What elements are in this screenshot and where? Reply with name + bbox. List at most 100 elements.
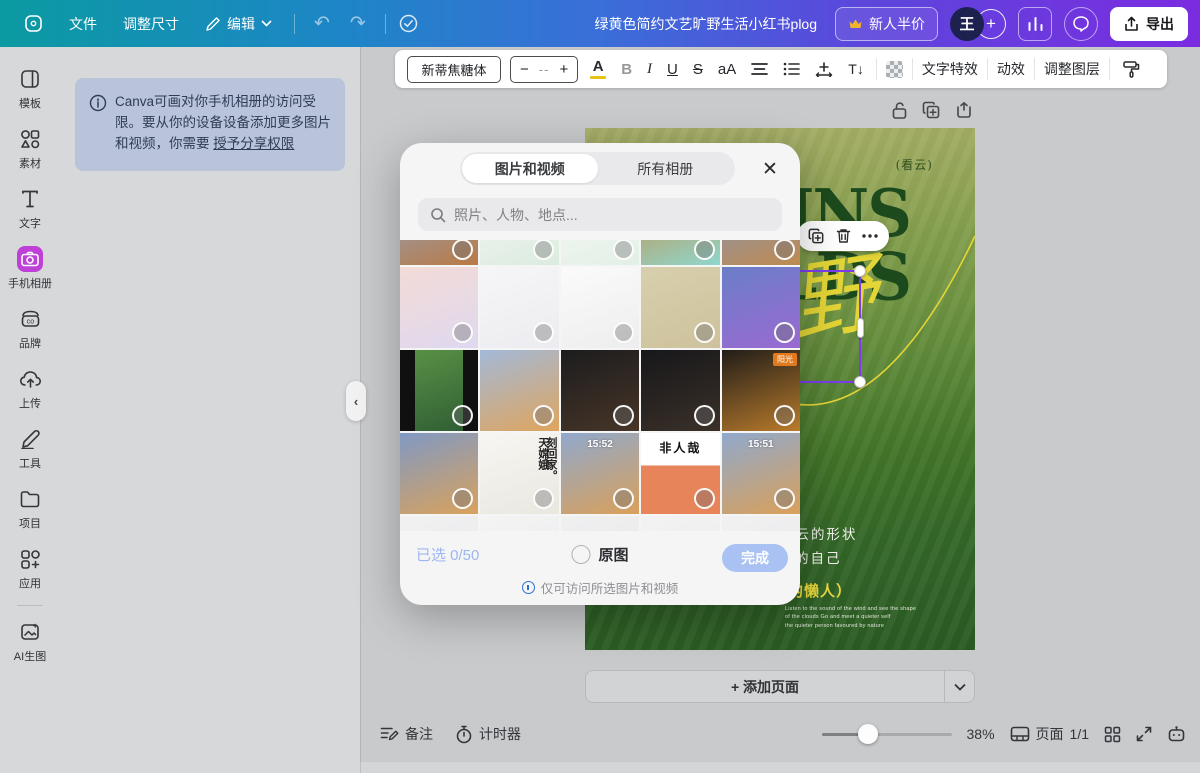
screenshot[interactable] (722, 516, 800, 531)
screenshot[interactable] (641, 516, 719, 531)
more-options-button[interactable] (862, 234, 878, 238)
search-input[interactable] (454, 207, 770, 223)
screenshot[interactable] (561, 516, 639, 531)
settings-screenshot[interactable] (480, 267, 558, 348)
rabbit-comic[interactable]: 天嫦娥刻回家。 (480, 433, 558, 514)
sidebar-item-uploads[interactable]: 上传 (2, 359, 58, 419)
resize-handle-side[interactable] (857, 318, 864, 338)
close-modal-button[interactable]: ✕ (756, 155, 784, 183)
duplicate-page-button[interactable] (922, 101, 940, 120)
list-button[interactable] (780, 60, 803, 78)
select-photo-circle[interactable] (774, 322, 795, 343)
select-photo-circle[interactable] (613, 240, 634, 260)
alignment-button[interactable] (748, 60, 771, 78)
zoom-slider-knob[interactable] (858, 724, 878, 744)
menu-file[interactable]: 文件 (59, 8, 107, 40)
game-screenshot[interactable] (641, 240, 719, 265)
done-button[interactable]: 完成 (722, 544, 788, 572)
scroll-strip[interactable] (360, 762, 1200, 773)
menu-edit[interactable]: 编辑 (195, 8, 282, 40)
select-photo-circle[interactable] (533, 405, 554, 426)
select-photo-circle[interactable] (533, 488, 554, 509)
add-page-button[interactable]: + 添加页面 (585, 670, 975, 703)
desktop-screenshot[interactable]: 15:51 (722, 433, 800, 514)
strikethrough-button[interactable]: S (690, 60, 706, 79)
text-effects-button[interactable]: 文字特效 (922, 59, 978, 79)
search-bar[interactable] (418, 198, 782, 231)
select-photo-circle[interactable] (452, 240, 473, 260)
text-case-button[interactable]: aA (715, 60, 739, 79)
italic-button[interactable]: I (644, 60, 655, 79)
desktop-screenshot[interactable] (400, 433, 478, 514)
resize-handle[interactable] (854, 376, 866, 388)
add-page-above-button[interactable] (954, 101, 972, 120)
font-size-value[interactable]: -- (539, 62, 550, 77)
grid-view-button[interactable] (1104, 726, 1121, 743)
settings-screenshot[interactable] (561, 267, 639, 348)
select-photo-circle[interactable] (452, 322, 473, 343)
select-photo-circle[interactable] (613, 405, 634, 426)
select-photo-circle[interactable] (774, 488, 795, 509)
sidebar-item-projects[interactable]: 项目 (2, 479, 58, 539)
font-family-selector[interactable]: 新蒂焦糖体 (407, 56, 501, 83)
tab-all-albums[interactable]: 所有相册 (598, 154, 734, 183)
desktop-screenshot[interactable] (722, 240, 800, 265)
sidebar-item-ai-image[interactable]: AI生图 (2, 612, 58, 672)
home-button[interactable] (14, 8, 53, 39)
pages-button[interactable]: 页面 1/1 (1010, 724, 1089, 744)
screenshot[interactable] (480, 516, 558, 531)
vertical-text-button[interactable]: T↓ (845, 60, 867, 78)
menu-resize[interactable]: 调整尺寸 (113, 8, 189, 40)
select-photo-circle[interactable] (613, 488, 634, 509)
copy-style-button[interactable] (1119, 58, 1144, 80)
video-app-screenshot[interactable] (641, 350, 719, 431)
text-color-button[interactable]: A (587, 57, 609, 82)
video-app-screenshot[interactable] (561, 350, 639, 431)
app-collage-screenshot[interactable] (400, 267, 478, 348)
sidebar-item-elements[interactable]: 素材 (2, 119, 58, 179)
grant-permission-link[interactable]: 授予分享权限 (213, 136, 294, 151)
select-photo-circle[interactable] (774, 405, 795, 426)
timer-button[interactable]: 计时器 (455, 724, 521, 744)
text-document-screenshot[interactable] (641, 267, 719, 348)
sidebar-item-tools[interactable]: 工具 (2, 419, 58, 479)
animate-button[interactable]: 动效 (997, 59, 1025, 79)
select-photo-circle[interactable] (694, 240, 715, 260)
notes-button[interactable]: 备注 (380, 724, 433, 744)
video-app-screenshot[interactable]: 阳光 (722, 350, 800, 431)
letter-spacing-button[interactable] (812, 60, 836, 79)
sidebar-item-phone-album[interactable]: 手机相册 (2, 239, 58, 299)
comic-screenshot[interactable]: 非人哉 (641, 433, 719, 514)
undo-button[interactable]: ↶ (307, 8, 337, 39)
poster-english-text[interactable]: Listen to the sound of the wind and see … (785, 605, 920, 630)
chat-screenshot[interactable] (480, 240, 558, 265)
transparency-button[interactable] (886, 61, 903, 78)
lock-button[interactable] (891, 101, 908, 120)
avatar[interactable]: 王 (950, 7, 984, 41)
original-radio[interactable] (571, 545, 590, 564)
select-photo-circle[interactable] (533, 322, 554, 343)
export-button[interactable]: 导出 (1110, 7, 1188, 41)
select-photo-circle[interactable] (694, 322, 715, 343)
original-toggle[interactable]: 原图 (571, 544, 628, 565)
bold-button[interactable]: B (618, 60, 635, 79)
fullscreen-button[interactable] (1136, 726, 1152, 742)
duplicate-element-button[interactable] (808, 228, 824, 244)
select-photo-circle[interactable] (533, 240, 554, 260)
screenshot[interactable] (400, 516, 478, 531)
adjust-layers-button[interactable]: 调整图层 (1044, 59, 1100, 79)
insights-button[interactable] (1018, 7, 1052, 41)
assistant-button[interactable] (1167, 725, 1186, 743)
select-photo-circle[interactable] (613, 322, 634, 343)
comments-button[interactable] (1064, 7, 1098, 41)
desktop-widgets-screenshot[interactable] (722, 267, 800, 348)
desktop-screenshot[interactable] (480, 350, 558, 431)
sidebar-item-apps[interactable]: 应用 (2, 539, 58, 599)
select-photo-circle[interactable] (774, 240, 795, 260)
sidebar-item-text[interactable]: 文字 (2, 179, 58, 239)
promo-button[interactable]: 新人半价 (835, 7, 938, 41)
underline-button[interactable]: U (664, 60, 681, 79)
chat-screenshot[interactable] (561, 240, 639, 265)
desktop-screenshot[interactable]: 15:52 (561, 433, 639, 514)
landscape-photo[interactable] (400, 350, 478, 431)
